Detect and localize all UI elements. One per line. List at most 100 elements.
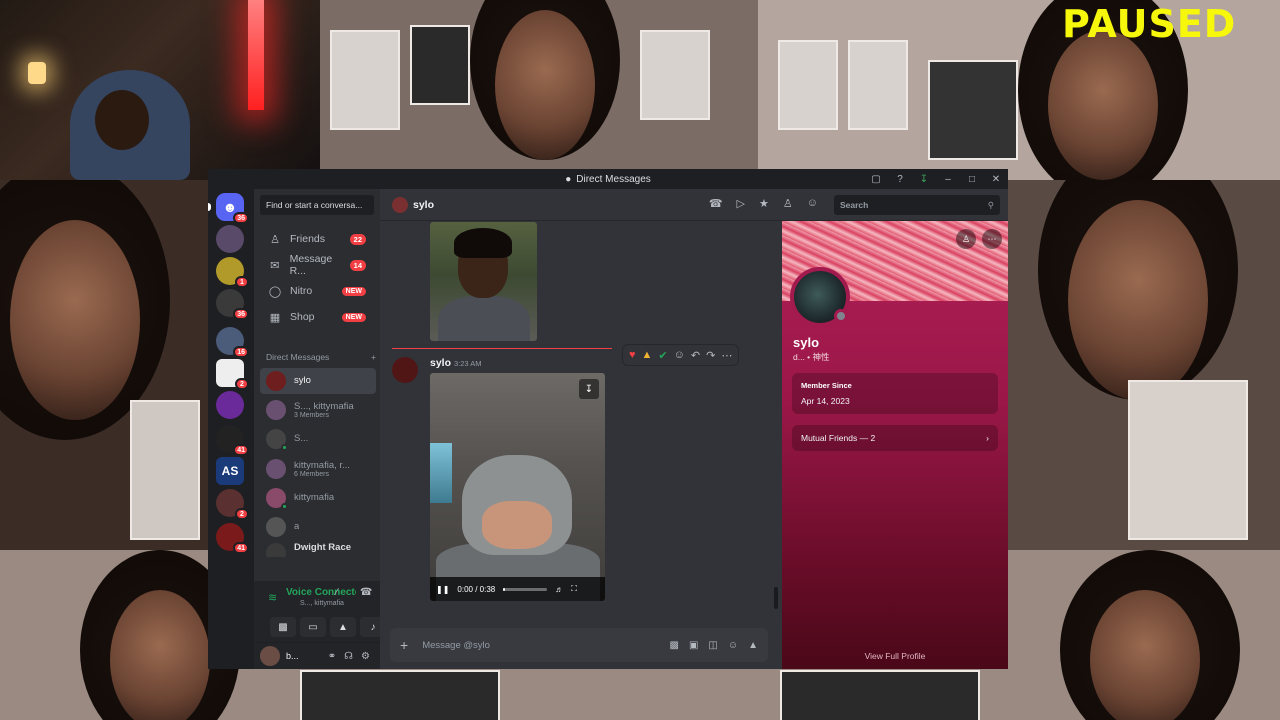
- scrollbar[interactable]: [774, 587, 778, 609]
- fullscreen-icon[interactable]: ⛶: [571, 584, 577, 594]
- search-icon: ⚲: [987, 200, 994, 210]
- view-full-profile-link[interactable]: View Full Profile: [782, 651, 1008, 661]
- server-icon[interactable]: 2: [216, 489, 249, 520]
- screen-share-button[interactable]: ▭: [300, 617, 326, 637]
- mutual-friends-button[interactable]: Mutual Friends — 2 ›: [792, 425, 998, 451]
- activity-button[interactable]: ▲: [330, 617, 356, 637]
- avatar: [266, 400, 286, 420]
- dm-item[interactable]: Dwight Race: [260, 543, 376, 557]
- window-title: Direct Messages: [576, 173, 651, 185]
- profile-panel: ♙ ⋯ sylo d... • 神性 Member Since Apr 14, …: [782, 221, 1008, 669]
- voice-status: Voice Connected: [286, 587, 356, 598]
- server-icon[interactable]: 36: [216, 289, 249, 320]
- server-icon[interactable]: [216, 391, 244, 419]
- video-attachment[interactable]: ↧ ❚❚ 0:00 / 0:38 ♬ ⛶: [430, 373, 605, 601]
- member-since-card: Member Since Apr 14, 2023: [792, 373, 998, 414]
- pin-icon[interactable]: ★: [759, 197, 769, 210]
- reply-icon[interactable]: ↶: [691, 349, 700, 362]
- close-button[interactable]: ✕: [984, 169, 1008, 189]
- home-button[interactable]: ☻ 36: [216, 193, 249, 224]
- friends-icon: ♙: [270, 233, 280, 246]
- noise-suppression-icon[interactable]: ∕: [336, 587, 338, 598]
- gif-icon[interactable]: ▣: [689, 640, 698, 651]
- search-input[interactable]: Search ⚲: [834, 195, 1000, 215]
- message-composer[interactable]: + Message @sylo ▩ ▣ ◫ ☺ ▲: [390, 628, 768, 662]
- nav-friends[interactable]: ♙ Friends 22: [260, 227, 374, 251]
- download-icon[interactable]: ↧: [912, 169, 936, 189]
- nav-message-requests[interactable]: ✉ Message R... 14: [260, 253, 374, 277]
- image-attachment[interactable]: [430, 222, 537, 341]
- group-dm-icon[interactable]: [216, 225, 244, 253]
- screen-share-icon[interactable]: ▢: [864, 169, 888, 189]
- title-bar: ● Direct Messages ▢ ? ↧ – □ ✕: [208, 169, 1008, 189]
- add-reaction-icon[interactable]: ☺: [674, 349, 685, 361]
- help-icon[interactable]: ?: [888, 169, 912, 189]
- camera-off-button[interactable]: ▩: [270, 617, 296, 637]
- settings-gear-icon[interactable]: ⚙: [361, 651, 370, 662]
- photo-tile: [1008, 180, 1280, 550]
- dm-search-input[interactable]: Find or start a conversa...: [260, 195, 374, 215]
- attach-plus-icon[interactable]: +: [400, 637, 408, 653]
- more-options-icon[interactable]: ⋯: [982, 229, 1002, 249]
- checkmark-reaction-icon[interactable]: ✔: [658, 349, 667, 362]
- nitro-icon: ◯: [268, 285, 282, 298]
- message-actions-bar: ♥ ▲ ✔ ☺ ↶ ↷ ⋯: [622, 344, 740, 366]
- gift-icon[interactable]: ▩: [670, 640, 679, 651]
- forward-icon[interactable]: ↷: [706, 349, 715, 362]
- webcam-overlay: [0, 0, 320, 180]
- server-icon[interactable]: 16: [216, 327, 249, 358]
- server-icon[interactable]: 41: [216, 425, 249, 456]
- chat-title: sylo: [413, 198, 435, 211]
- server-icon[interactable]: AS: [216, 457, 244, 485]
- signal-icon: ≋: [268, 592, 278, 604]
- download-icon[interactable]: ↧: [579, 379, 599, 399]
- dm-item[interactable]: kittymafia: [260, 485, 376, 511]
- emoji-icon[interactable]: ☺: [728, 640, 738, 651]
- message-avatar[interactable]: [392, 357, 418, 383]
- volume-icon[interactable]: ♬: [555, 585, 563, 594]
- avatar: [392, 196, 408, 213]
- dm-item-sylo[interactable]: sylo: [260, 368, 376, 394]
- maximize-button[interactable]: □: [960, 169, 984, 189]
- server-icon[interactable]: 2: [216, 359, 249, 390]
- add-dm-icon[interactable]: +: [371, 352, 376, 362]
- voice-call-icon[interactable]: ☎: [709, 197, 723, 210]
- apps-icon[interactable]: ▲: [748, 640, 758, 651]
- profile-avatar[interactable]: [790, 267, 850, 327]
- microphone-icon[interactable]: ⚭: [328, 651, 336, 662]
- chat-panel: sylo ☎ ▷ ★ ♙ ☺ Search ⚲ ♥ ▲ ✔ ☺ ↶ ↷ ⋯ sy…: [380, 189, 1008, 669]
- home-badge: 36: [233, 212, 249, 224]
- voice-channel: S..., kittymafia: [300, 600, 344, 607]
- disconnect-icon[interactable]: ☎: [360, 587, 372, 598]
- dm-item[interactable]: S...: [260, 426, 376, 452]
- server-rail: ☻ 36 1 36 16 2 41 AS 2 41: [208, 189, 254, 669]
- sticker-icon[interactable]: ◫: [708, 640, 717, 651]
- video-progress[interactable]: [503, 587, 548, 591]
- more-options-icon[interactable]: ⋯: [721, 349, 732, 362]
- avatar: [266, 543, 286, 557]
- voice-panel: ≋ Voice Connected S..., kittymafia ∕ ☎ ▩…: [254, 581, 386, 643]
- pause-icon[interactable]: ❚❚: [436, 585, 449, 594]
- minimize-button[interactable]: –: [936, 169, 960, 189]
- dm-item[interactable]: a: [260, 514, 376, 540]
- headphones-icon[interactable]: ☊: [344, 651, 353, 662]
- avatar: [266, 488, 288, 510]
- add-friend-icon[interactable]: ♙: [783, 197, 793, 210]
- video-call-icon[interactable]: ▷: [737, 197, 745, 210]
- nav-nitro[interactable]: ◯ Nitro NEW: [260, 279, 374, 303]
- thumbs-up-reaction-icon[interactable]: ▲: [642, 349, 653, 361]
- avatar: [266, 371, 286, 391]
- profile-toggle-icon[interactable]: ☺: [807, 197, 818, 210]
- shop-icon: ▦: [269, 311, 281, 324]
- nav-shop[interactable]: ▦ Shop NEW: [260, 305, 374, 329]
- server-icon[interactable]: 41: [216, 523, 249, 554]
- message-author[interactable]: sylo: [430, 357, 451, 369]
- add-friend-icon[interactable]: ♙: [956, 229, 976, 249]
- heart-reaction-icon[interactable]: ♥: [629, 349, 636, 361]
- server-icon[interactable]: 1: [216, 257, 249, 288]
- user-avatar[interactable]: [260, 646, 280, 666]
- dm-item[interactable]: kittymafia, r... 6 Members: [260, 456, 376, 482]
- new-messages-divider: [392, 348, 612, 349]
- dm-item[interactable]: S..., kittymafia 3 Members: [260, 397, 376, 423]
- message-input[interactable]: Message @sylo: [422, 640, 490, 651]
